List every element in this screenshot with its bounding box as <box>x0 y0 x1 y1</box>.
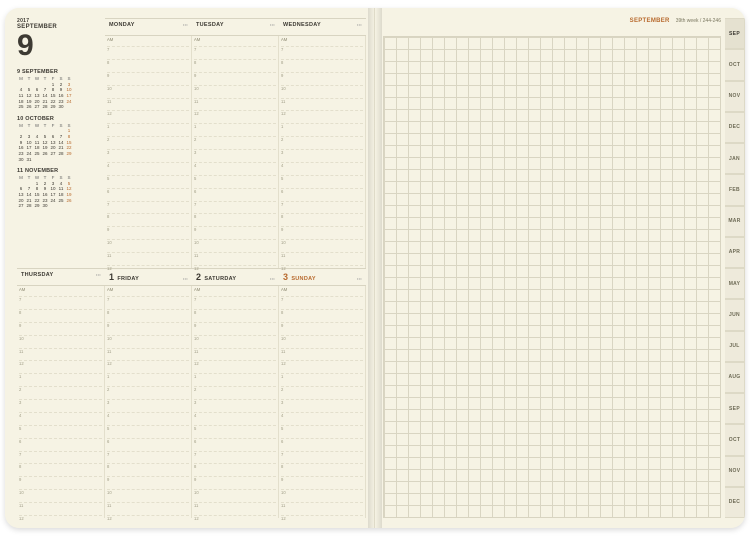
right-page: SEPTEMBER 39th week / 244-246 SEPOCTNOVD… <box>375 8 745 528</box>
col-head-saturday: 2SATURDAY••• <box>192 268 279 286</box>
col-head-friday: 1FRIDAY••• <box>105 268 192 286</box>
month-tab-jun-9[interactable]: JUN <box>725 299 745 330</box>
month-tab-aug-11[interactable]: AUG <box>725 362 745 393</box>
month-tab-dec-3[interactable]: DEC <box>725 112 745 143</box>
month-tab-sep-12[interactable]: SEP <box>725 393 745 424</box>
col-head-wednesday: WEDNESDAY••• <box>279 18 366 36</box>
col-body-tue: AM789101112123456789101112 <box>192 36 279 268</box>
month-tab-mar-6[interactable]: MAR <box>725 206 745 237</box>
month-tab-oct-1[interactable]: OCT <box>725 49 745 80</box>
month-tabs: SEPOCTNOVDECJANFEBMARAPRMAYJUNJULAUGSEPO… <box>725 18 745 518</box>
planner-spread: 2017 SEPTEMBER 9 9 SEPTEMBERMTWTFSS12345… <box>5 8 745 528</box>
month-tab-may-8[interactable]: MAY <box>725 268 745 299</box>
col-body-sat: AM789101112123456789101112 <box>192 286 279 518</box>
col-head-thursday: THURSDAY••• <box>17 268 105 286</box>
month-tab-nov-2[interactable]: NOV <box>725 81 745 112</box>
month-tab-dec-15[interactable]: DEC <box>725 487 745 518</box>
col-head-tuesday: TUESDAY••• <box>192 18 279 36</box>
right-month: SEPTEMBER <box>630 18 670 24</box>
month-tab-apr-7[interactable]: APR <box>725 237 745 268</box>
month-tab-nov-14[interactable]: NOV <box>725 456 745 487</box>
col-body-sun: AM789101112123456789101112 <box>279 286 366 518</box>
col-head-sunday: 3SUNDAY••• <box>279 268 366 286</box>
col-body-mon: AM789101112123456789101112 <box>105 36 192 268</box>
grid-paper <box>383 36 721 518</box>
date-block: 2017 SEPTEMBER 9 9 SEPTEMBERMTWTFSS12345… <box>17 18 105 268</box>
day-number: 9 <box>17 32 101 59</box>
col-body-thu: AM789101112123456789101112 <box>17 286 105 518</box>
month-tab-jul-10[interactable]: JUL <box>725 331 745 362</box>
col-body-fri: AM789101112123456789101112 <box>105 286 192 518</box>
col-head-monday: MONDAY••• <box>105 18 192 36</box>
col-body-wed: AM789101112123456789101112 <box>279 36 366 268</box>
month-tab-sep-0[interactable]: SEP <box>725 18 745 49</box>
right-week-info: 39th week / 244-246 <box>676 18 721 24</box>
mini-calendars: 9 SEPTEMBERMTWTFSS1234567891011121314151… <box>17 69 101 209</box>
month-tab-oct-13[interactable]: OCT <box>725 424 745 455</box>
left-page: 2017 SEPTEMBER 9 9 SEPTEMBERMTWTFSS12345… <box>5 8 375 528</box>
month-tab-jan-4[interactable]: JAN <box>725 143 745 174</box>
right-page-header: SEPTEMBER 39th week / 244-246 <box>383 18 721 24</box>
month-tab-feb-5[interactable]: FEB <box>725 174 745 205</box>
